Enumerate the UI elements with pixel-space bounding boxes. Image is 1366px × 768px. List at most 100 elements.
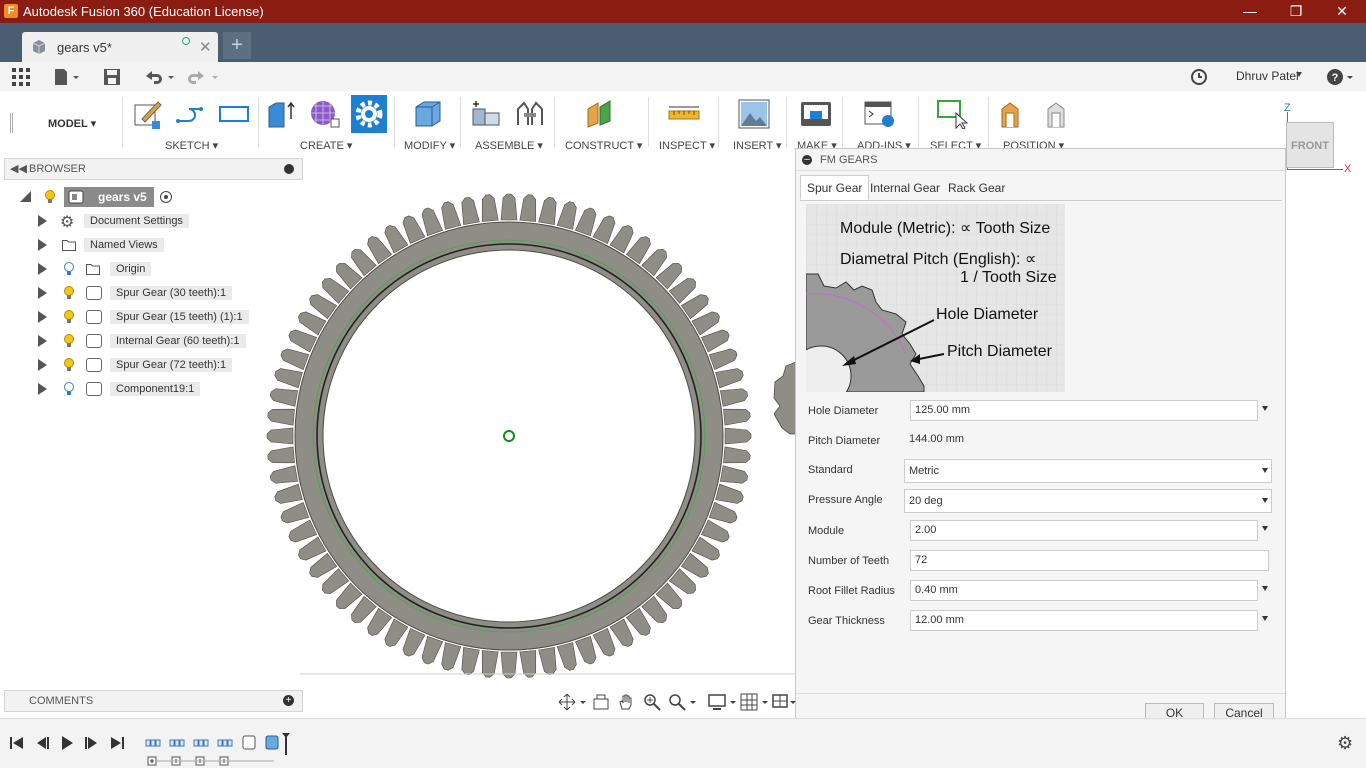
capture-position-icon[interactable] (998, 99, 1030, 129)
canvas-viewport[interactable] (0, 153, 796, 690)
pressure-angle-select[interactable]: 20 deg (904, 489, 1272, 513)
new-tab-button[interactable]: + (223, 32, 251, 59)
tab-internal-gear[interactable]: Internal Gear (863, 175, 947, 200)
grid-settings-icon[interactable] (740, 693, 768, 711)
hole-diameter-dropdown-icon[interactable] (1262, 406, 1268, 411)
extrude-icon[interactable] (266, 99, 298, 129)
user-account-name[interactable]: Dhruv Patel (1236, 69, 1299, 83)
comments-panel-header[interactable]: COMMENTS + (4, 690, 303, 712)
browser-item-document-settings[interactable]: ⚙ Document Settings (0, 211, 300, 231)
close-window-button[interactable]: ✕ (1319, 0, 1365, 23)
app-grid-icon[interactable] (12, 67, 30, 87)
press-pull-icon[interactable] (412, 99, 444, 129)
line-tool-icon[interactable] (175, 99, 207, 129)
joint-icon[interactable] (514, 99, 546, 129)
job-status-clock-icon[interactable] (1190, 67, 1208, 87)
construct-menu[interactable]: CONSTRUCT ▾ (565, 139, 642, 152)
orbit-icon[interactable] (558, 693, 586, 711)
visibility-bulb-icon[interactable] (63, 310, 75, 324)
browser-item-named-views[interactable]: Named Views (0, 235, 300, 255)
expand-arrow-icon[interactable] (38, 383, 47, 395)
expand-arrow-icon[interactable] (38, 359, 47, 371)
visibility-bulb-icon[interactable] (63, 358, 75, 372)
module-input[interactable]: 2.00 (910, 520, 1258, 541)
expand-arrow-icon[interactable] (38, 287, 47, 299)
create-sketch-icon[interactable] (132, 99, 164, 129)
timeline-features[interactable] (144, 733, 294, 768)
measure-icon[interactable] (668, 99, 700, 129)
browser-item-spur-gear-15[interactable]: Spur Gear (15 teeth) (1):1 (0, 307, 300, 327)
browser-minimize-icon[interactable] (284, 164, 294, 174)
insert-image-icon[interactable] (738, 99, 770, 129)
minimize-button[interactable]: — (1227, 0, 1273, 23)
sketch-menu[interactable]: SKETCH ▾ (165, 139, 218, 152)
file-menu-icon[interactable] (54, 67, 80, 87)
browser-item-internal-gear-60[interactable]: Internal Gear (60 teeth):1 (0, 331, 300, 351)
activate-component-icon[interactable] (160, 191, 172, 203)
pan-hand-icon[interactable] (617, 693, 635, 711)
toolbar-grip[interactable] (10, 113, 13, 133)
inspect-menu[interactable]: INSPECT ▾ (659, 139, 715, 152)
spur-gear-72-teeth[interactable] (266, 193, 752, 679)
visibility-bulb-icon[interactable] (63, 262, 75, 276)
expand-arrow-icon[interactable] (38, 311, 47, 323)
timeline-settings-gear-icon[interactable]: ⚙ (1337, 733, 1353, 754)
expand-arrow-icon[interactable] (38, 215, 47, 227)
insert-menu[interactable]: INSERT ▾ (733, 139, 782, 152)
collapse-dialog-icon[interactable]: – (802, 155, 812, 165)
tab-rack-gear[interactable]: Rack Gear (941, 175, 1012, 200)
scripts-addins-icon[interactable] (864, 99, 896, 129)
document-tab[interactable]: gears v5* ✕ (22, 32, 218, 62)
help-icon[interactable]: ? (1326, 67, 1354, 87)
3d-print-icon[interactable] (800, 99, 832, 129)
gear-thickness-input[interactable]: 12.00 mm (910, 610, 1258, 631)
look-at-icon[interactable] (592, 693, 610, 711)
viewcube-front[interactable]: FRONT (1286, 122, 1334, 168)
step-forward-icon[interactable] (85, 736, 99, 750)
close-tab-icon[interactable]: ✕ (199, 38, 212, 56)
go-to-end-icon[interactable] (110, 736, 124, 750)
modify-menu[interactable]: MODIFY ▾ (404, 139, 455, 152)
select-icon[interactable] (936, 99, 968, 129)
visibility-bulb-icon[interactable] (44, 190, 56, 204)
gear-thickness-dropdown-icon[interactable] (1262, 616, 1268, 621)
browser-root-row[interactable]: gears v5 (0, 187, 300, 207)
browser-item-spur-gear-72[interactable]: Spur Gear (72 teeth):1 (0, 355, 300, 375)
fit-zoom-icon[interactable] (668, 693, 696, 711)
restore-button[interactable]: ❐ (1273, 0, 1319, 23)
pressure-angle-dropdown-icon[interactable] (1262, 498, 1268, 503)
go-to-start-icon[interactable] (10, 736, 24, 750)
browser-item-spur-gear-30[interactable]: Spur Gear (30 teeth):1 (0, 283, 300, 303)
rectangle-tool-icon[interactable] (218, 99, 250, 129)
undo-icon[interactable] (143, 67, 175, 87)
assemble-menu[interactable]: ASSEMBLE ▾ (475, 139, 543, 152)
tab-spur-gear[interactable]: Spur Gear (800, 175, 870, 200)
expand-arrow-icon[interactable] (38, 239, 47, 251)
visibility-bulb-icon[interactable] (63, 334, 75, 348)
step-back-icon[interactable] (35, 736, 49, 750)
expand-arrow-icon[interactable] (38, 335, 47, 347)
create-menu[interactable]: CREATE ▾ (300, 139, 352, 152)
user-menu-chevron-icon[interactable] (1296, 72, 1302, 77)
form-tool-icon[interactable] (309, 99, 341, 129)
add-ins-gear-icon[interactable] (351, 95, 387, 133)
hole-diameter-input[interactable]: 125.00 mm (910, 400, 1258, 421)
teeth-input[interactable]: 72 (910, 550, 1269, 571)
play-icon[interactable] (60, 736, 74, 750)
standard-select[interactable]: Metric (904, 459, 1272, 483)
display-settings-icon[interactable] (708, 693, 736, 711)
browser-item-component19[interactable]: Component19:1 (0, 379, 300, 399)
standard-dropdown-icon[interactable] (1262, 468, 1268, 473)
revert-position-icon[interactable] (1040, 99, 1072, 129)
zoom-icon[interactable] (643, 693, 661, 711)
browser-item-origin[interactable]: Origin (0, 259, 300, 279)
offset-plane-icon[interactable] (584, 99, 616, 129)
new-component-icon[interactable] (470, 99, 502, 129)
expand-triangle-icon[interactable] (20, 191, 31, 202)
collapse-browser-icon[interactable]: ◀◀ (10, 162, 27, 175)
root-fillet-dropdown-icon[interactable] (1262, 586, 1268, 591)
visibility-bulb-icon[interactable] (63, 286, 75, 300)
workspace-switcher[interactable]: MODEL ▾ (48, 117, 96, 130)
expand-arrow-icon[interactable] (38, 263, 47, 275)
save-icon[interactable] (103, 67, 121, 87)
